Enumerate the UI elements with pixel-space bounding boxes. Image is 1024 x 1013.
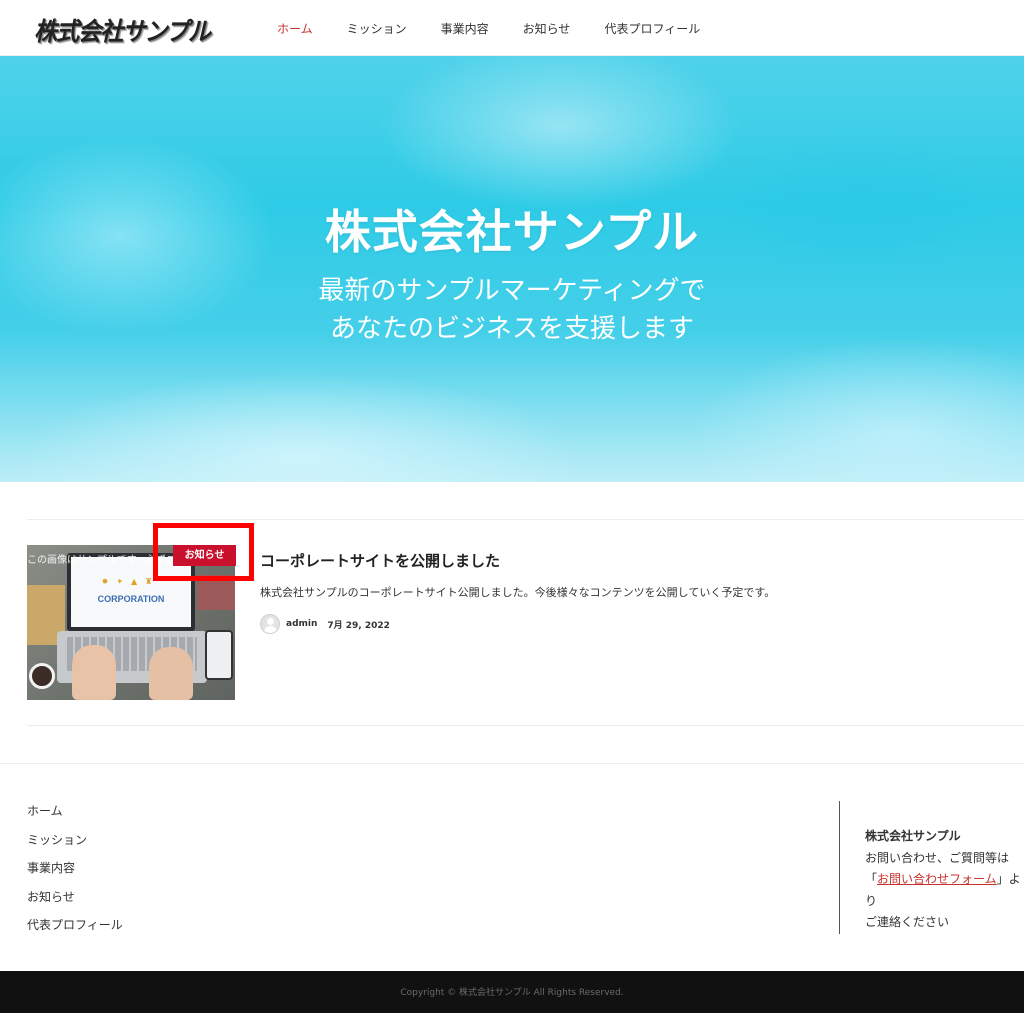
post-date: 7月 29, 2022 [327, 620, 390, 631]
footer-nav-mission[interactable]: ミッション [27, 831, 123, 860]
coffee-cup [29, 663, 55, 689]
footer-info-line: お問い合わせ、ご質問等は [865, 850, 1010, 865]
contact-form-link[interactable]: お問い合わせフォーム [877, 872, 997, 886]
highlight-box [153, 523, 254, 581]
footer-contact-info: 株式会社サンプル お問い合わせ、ご質問等は 「お問い合わせフォーム」より ご連絡… [865, 826, 1024, 934]
hand-right [149, 647, 193, 700]
hero-banner: 株式会社サンプル 最新のサンプルマーケティングで あなたのビジネスを支援します [0, 56, 1024, 482]
divider [27, 725, 1024, 726]
screen-corporation-text: CORPORATION [97, 594, 165, 604]
nav-item-mission[interactable]: ミッション [347, 20, 407, 37]
footer-info-line: ご連絡ください [865, 915, 950, 929]
post-title[interactable]: コーポレートサイトを公開しました [260, 550, 500, 571]
copyright-bar: Copyright © 株式会社サンプル All Rights Reserved… [0, 971, 1024, 1013]
footer-company-name: 株式会社サンプル [865, 829, 961, 843]
hand-left [72, 645, 116, 700]
post-meta: admin 7月 29, 2022 [260, 614, 390, 634]
site-logo[interactable]: 株式会社サンプル [34, 12, 211, 46]
footer-nav-business[interactable]: 事業内容 [27, 859, 123, 888]
hero-subtitle-line1: 最新のサンプルマーケティングで [318, 276, 706, 306]
footer-nav-news[interactable]: お知らせ [27, 888, 123, 917]
nav-item-home[interactable]: ホーム [277, 20, 313, 37]
quote-open: 「 [865, 872, 878, 886]
post-excerpt: 株式会社サンプルのコーポレートサイト公開しました。今後様々なコンテンツを公開して… [260, 586, 776, 599]
site-header: 株式会社サンプル ホーム ミッション 事業内容 お知らせ 代表プロフィール [0, 0, 1024, 56]
footer-divider-line [0, 763, 1024, 764]
hero-subtitle-line2: あなたのビジネスを支援します [329, 314, 694, 344]
phone-image [205, 630, 233, 680]
nav-item-news[interactable]: お知らせ [523, 20, 571, 37]
footer-info-line: 「お問い合わせフォーム」より [865, 869, 1024, 912]
main-nav: ホーム ミッション 事業内容 お知らせ 代表プロフィール [260, 0, 717, 56]
nav-item-profile[interactable]: 代表プロフィール [604, 20, 700, 37]
nav-item-business[interactable]: 事業内容 [441, 20, 489, 37]
post-author: admin [286, 619, 318, 629]
footer-nav: ホーム ミッション 事業内容 お知らせ 代表プロフィール [27, 802, 123, 945]
footer-vertical-divider [839, 801, 840, 934]
footer-nav-profile[interactable]: 代表プロフィール [27, 916, 123, 945]
divider [27, 519, 1024, 520]
footer-nav-home[interactable]: ホーム [27, 802, 123, 831]
copyright-text: Copyright © 株式会社サンプル All Rights Reserved… [400, 988, 624, 998]
hero-title: 株式会社サンプル [324, 205, 700, 259]
avatar-icon [260, 614, 280, 634]
